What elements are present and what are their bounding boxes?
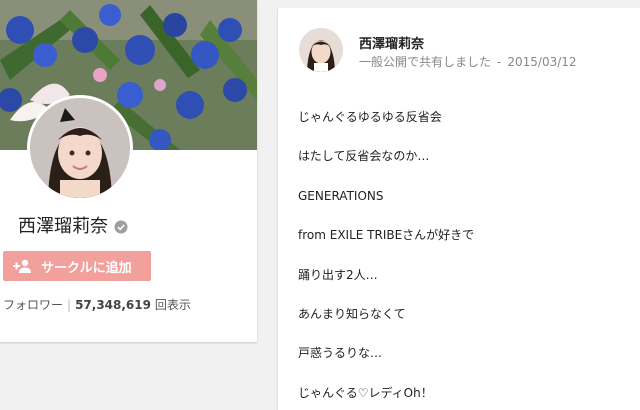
followers-count: 57,348,619 [75,298,151,312]
views-label: 回表示 [154,298,191,312]
add-to-circle-button[interactable]: サークルに追加 [3,251,151,281]
verified-badge-icon [114,218,128,234]
profile-name-text: 西澤瑠莉奈 [18,216,108,237]
post-author-avatar[interactable] [299,28,343,72]
stats-divider: | [67,298,72,312]
profile-name: 西澤瑠莉奈 [18,212,128,238]
post-line: じゃんぐるゆるゆる反省会 [298,110,442,124]
post-card: 西澤瑠莉奈 一般公開で共有しました -2015/03/12 じゃんぐるゆるゆる反省… [278,8,640,410]
profile-card: 西澤瑠莉奈 サークルに追加 フォロワー | 57,348,619 回表示 [0,0,257,342]
profile-avatar[interactable] [27,95,133,201]
post-author-name[interactable]: 西澤瑠莉奈 [359,33,424,52]
post-line: 戸惑うるりな… [298,346,383,361]
post-line: じゃんぐる♡レディOh！ [298,385,433,400]
post-line: はたして反省会なのか… [298,149,430,164]
post-line: あんまり知らなくて [298,306,406,321]
post-line: from EXILE TRIBEさんが好きで [298,228,475,243]
post-body: じゃんぐるゆるゆる反省会 はたして反省会なのか… GENERATIONS fro… [298,109,474,410]
followers-label: フォロワー [3,298,64,312]
post-line: 踊り出す2人… [298,267,378,282]
add-to-circle-label: サークルに追加 [41,260,132,276]
post-visibility: 一般公開で共有しました [359,55,492,69]
meta-separator: - [497,55,502,69]
post-date[interactable]: 2015/03/12 [507,55,576,69]
post-line: GENERATIONS [298,188,384,203]
person-add-icon [13,259,33,273]
post-meta: 一般公開で共有しました -2015/03/12 [359,53,577,70]
follower-stats: フォロワー | 57,348,619 回表示 [3,296,191,313]
